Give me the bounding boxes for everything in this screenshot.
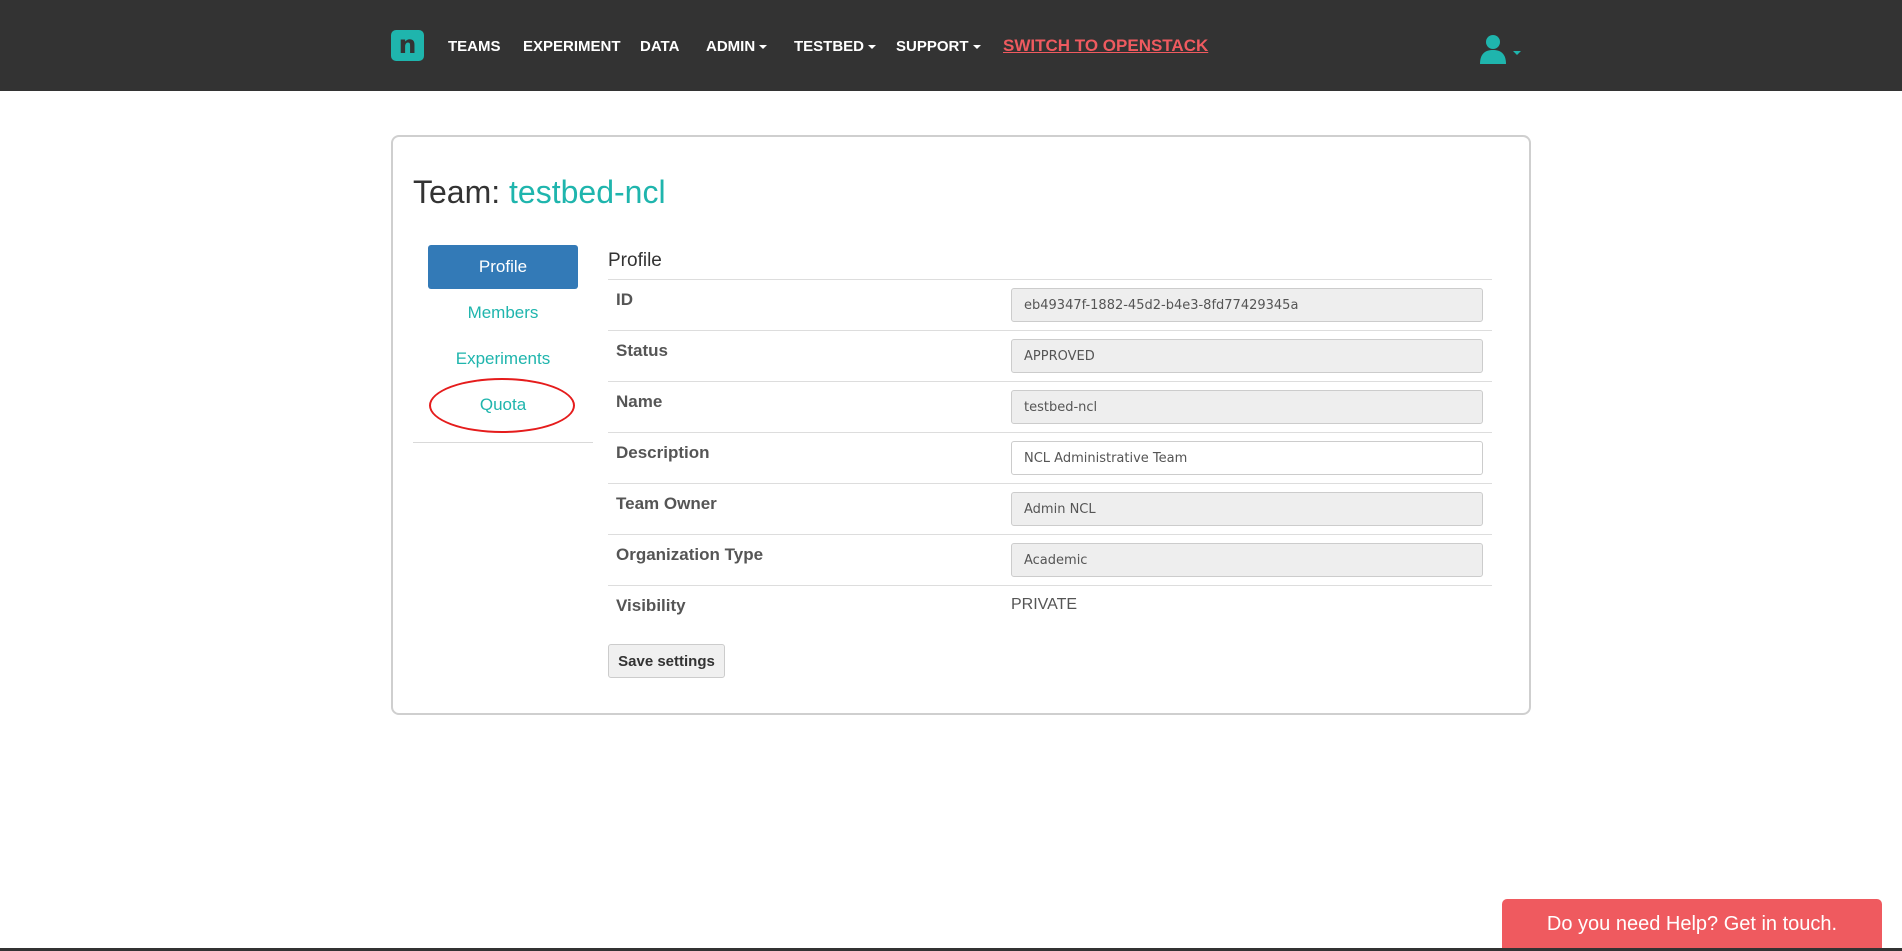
team-owner-label: Team Owner [616,494,717,513]
description-label: Description [616,443,710,462]
team-owner-field[interactable] [1011,492,1483,526]
visibility-value: PRIVATE [1011,596,1078,613]
nav-admin-dropdown[interactable]: ADMIN [706,38,768,55]
row-divider [608,432,1492,433]
tab-quota[interactable]: Quota [428,383,578,427]
switch-to-openstack-link[interactable]: SWITCH TO OPENSTACK [1003,36,1208,56]
id-label: ID [616,290,633,309]
organization-type-field[interactable] [1011,543,1483,577]
nav-teams[interactable]: TEAMS [448,38,501,55]
top-navbar: n TEAMS EXPERIMENT DATA ADMIN TESTBED SU… [0,0,1902,91]
status-label: Status [616,341,668,360]
nav-testbed-dropdown[interactable]: TESTBED [794,38,877,55]
team-name: testbed-ncl [509,174,666,210]
nav-experiment[interactable]: EXPERIMENT [523,38,621,55]
brand-logo[interactable]: n [391,30,424,61]
row-divider [608,279,1492,280]
row-divider [608,483,1492,484]
save-settings-button[interactable]: Save settings [608,644,725,678]
logo-letter: n [398,30,417,59]
page-title-prefix: Team: [413,174,501,210]
help-contact-button[interactable]: Do you need Help? Get in touch. [1502,899,1882,951]
chevron-down-icon [972,45,981,50]
name-field[interactable] [1011,390,1483,424]
nav-support-dropdown[interactable]: SUPPORT [896,38,981,55]
user-icon [1480,35,1506,64]
row-divider [608,381,1492,382]
name-label: Name [616,392,663,411]
organization-type-label: Organization Type [616,545,764,564]
tab-profile[interactable]: Profile [428,245,578,289]
row-divider [608,585,1492,586]
side-nav-divider [413,442,593,443]
id-field[interactable] [1011,288,1483,322]
chevron-down-icon [759,45,768,50]
nav-admin-label: ADMIN [706,38,756,55]
chevron-down-icon [1513,51,1521,55]
row-divider [608,534,1492,535]
chevron-down-icon [868,45,877,50]
nav-data[interactable]: DATA [640,38,679,55]
profile-section-title: Profile [608,250,662,271]
row-divider [608,330,1492,331]
tab-experiments[interactable]: Experiments [428,337,578,381]
nav-testbed-label: TESTBED [794,38,865,55]
visibility-label: Visibility [616,596,686,615]
tab-members[interactable]: Members [428,291,578,335]
user-menu-dropdown[interactable] [1478,34,1522,64]
nav-support-label: SUPPORT [896,38,969,55]
page-title: Team: testbed-ncl [413,174,666,211]
description-field[interactable] [1011,441,1483,475]
status-field[interactable] [1011,339,1483,373]
